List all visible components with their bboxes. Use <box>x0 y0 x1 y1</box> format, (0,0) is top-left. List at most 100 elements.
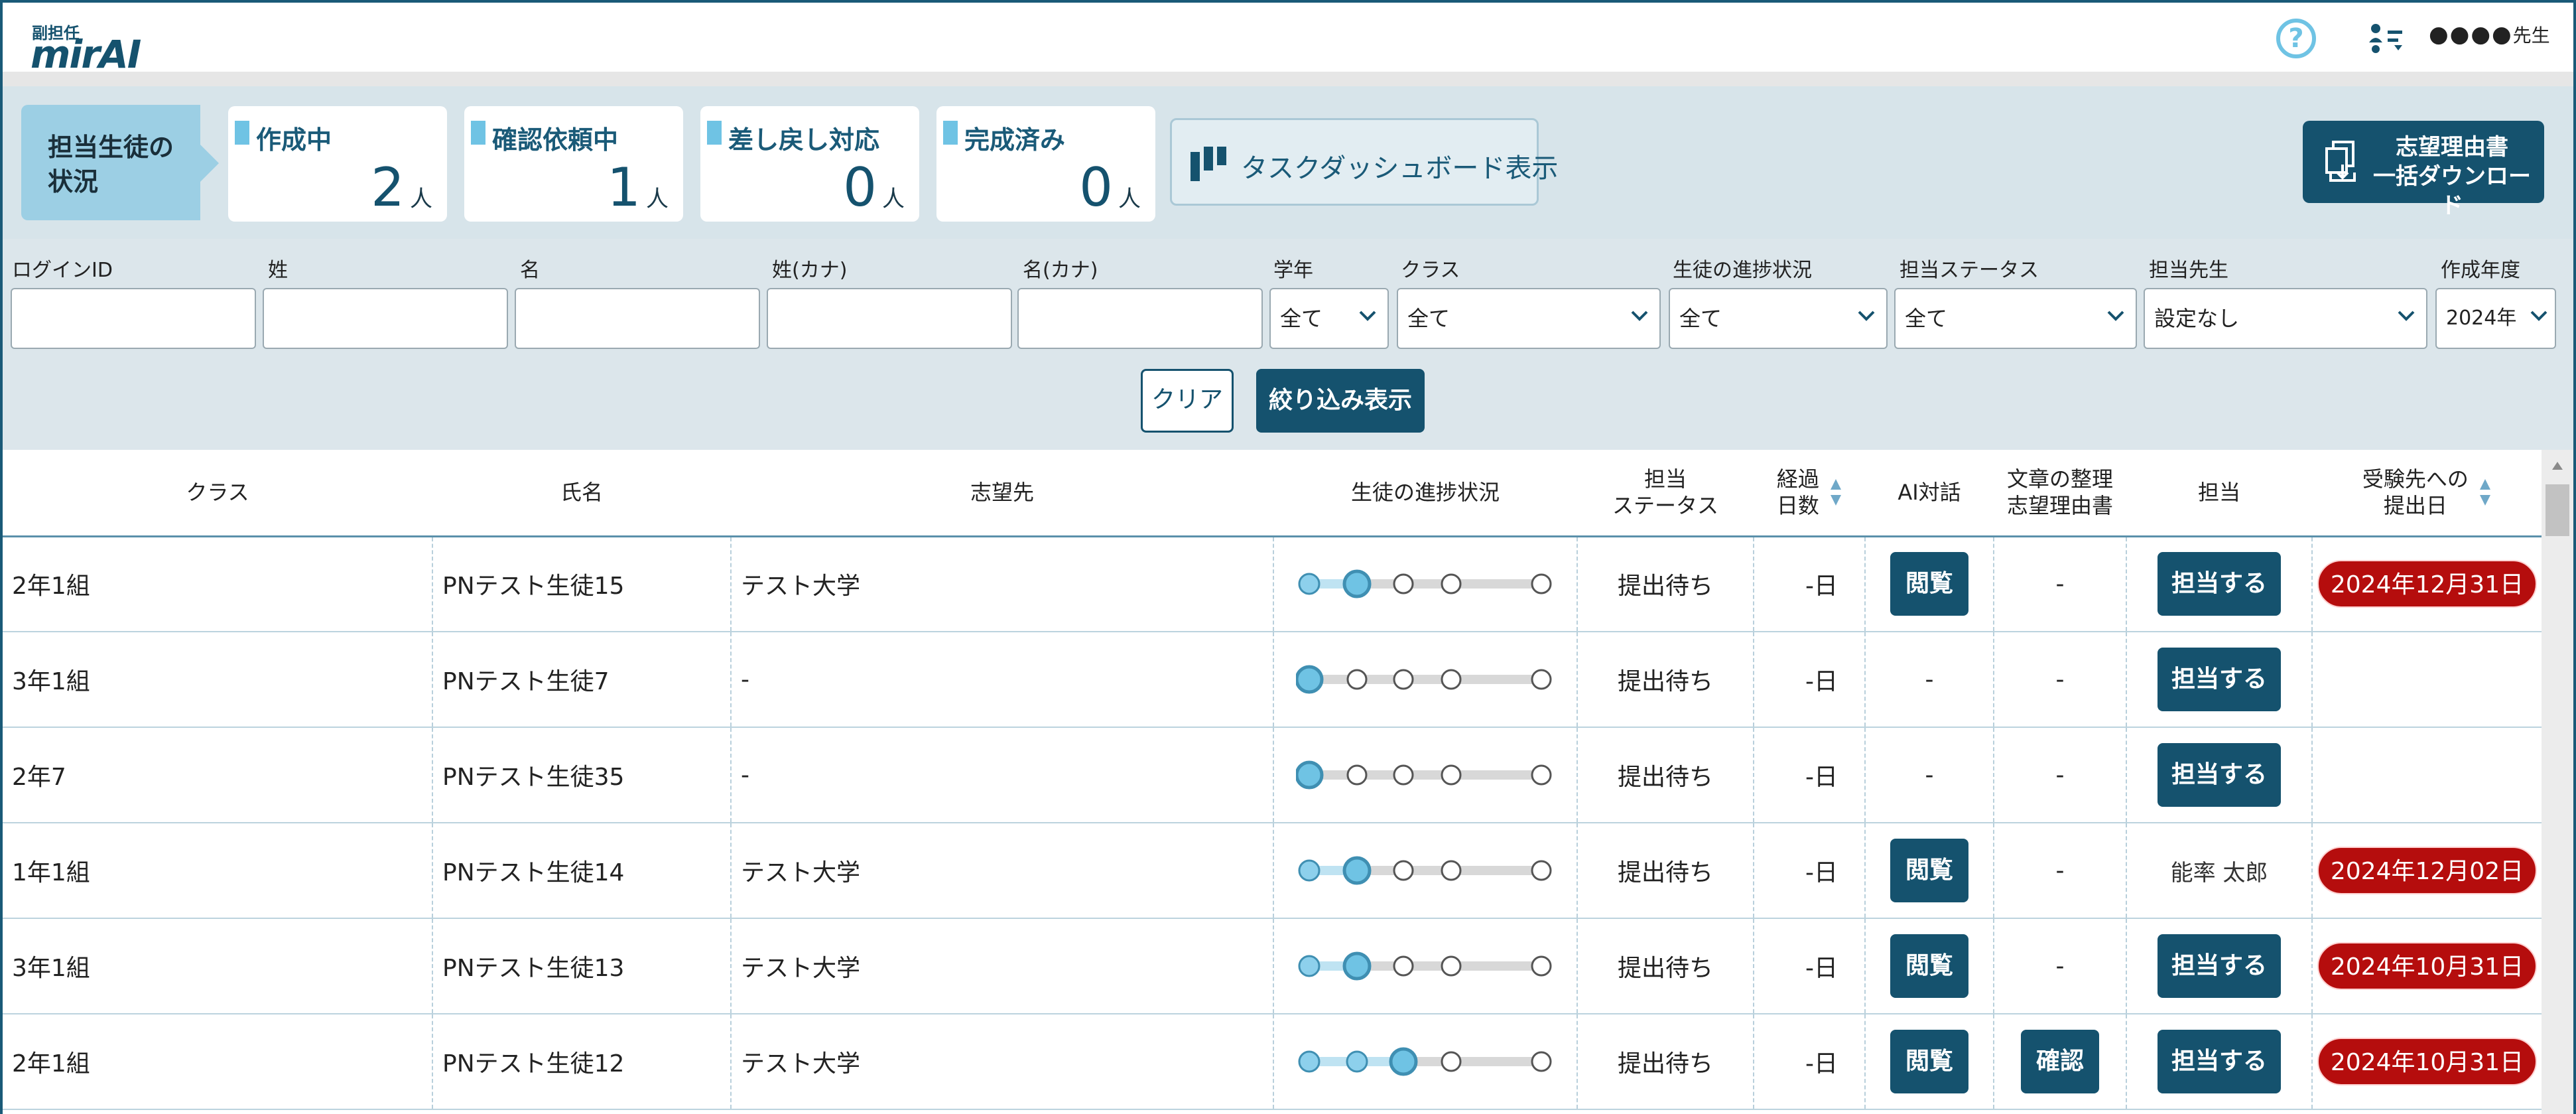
col-header-days-text: 経過 日数 <box>1777 466 1819 519</box>
cell-progress <box>1273 632 1578 728</box>
grade-select[interactable]: 全て <box>1269 288 1389 349</box>
cell-days: -日 <box>1754 536 1866 632</box>
confirm-doc-button[interactable]: 確認 <box>2021 1030 2099 1093</box>
year-select[interactable]: 2024年 <box>2435 288 2556 349</box>
progress-track <box>1309 770 1541 780</box>
view-ai-button[interactable]: 閲覧 <box>1890 934 1968 998</box>
cell-ai: 閲覧 <box>1865 536 1994 632</box>
chevron-down-icon <box>1858 311 1875 321</box>
progress-step-dot <box>1298 1050 1320 1073</box>
sort-icon[interactable] <box>1830 478 1842 507</box>
table-row[interactable]: 2年1組 PNテスト生徒12 テスト大学 提出待ち -日 閲覧 確認 担当する 2024年10月… <box>3 1014 2542 1110</box>
assign-button[interactable]: 担当する <box>2157 552 2281 616</box>
teacher-select[interactable]: 設定なし <box>2144 288 2427 349</box>
view-ai-button[interactable]: 閲覧 <box>1890 552 1968 616</box>
task-dashboard-button-label: タスクダッシュボード表示 <box>1241 153 1559 184</box>
assign-button[interactable]: 担当する <box>2157 934 2281 998</box>
table-row[interactable]: 2年7 PNテスト生徒35- 提出待ち -日 - - 担当する <box>3 727 2542 823</box>
cell-class: 3年1組 <box>3 632 433 728</box>
cell-name: PNテスト生徒12 <box>432 1014 732 1110</box>
progress-step-dot <box>1441 955 1462 977</box>
user-list-icon[interactable] <box>2368 23 2405 54</box>
logo-title: mirAI <box>31 32 141 77</box>
col-header-class: クラス <box>3 450 432 537</box>
year-select-value: 2024年 <box>2446 307 2517 330</box>
last-name-input[interactable] <box>263 288 508 349</box>
stat-card-count: 2 <box>371 157 405 218</box>
assign-status-label: 担当ステータス <box>1900 259 2039 282</box>
help-icon[interactable]: ? <box>2276 19 2316 58</box>
assign-status-select-value: 全て <box>1905 306 1948 331</box>
first-name-kana-input[interactable] <box>1017 288 1263 349</box>
app-logo[interactable]: 副担任 mirAI <box>27 20 141 77</box>
col-header-doc-line2: 志望理由書 <box>2006 493 2113 519</box>
assign-button[interactable]: 担当する <box>2157 1030 2281 1093</box>
table-row[interactable]: 2年1組 PNテスト生徒15 テスト大学 提出待ち -日 閲覧 - 担当する 2024年12月3… <box>3 536 2542 632</box>
stat-card-marker <box>235 121 249 145</box>
col-header-days[interactable]: 経過 日数 <box>1754 450 1865 537</box>
cell-days: -日 <box>1754 823 1866 919</box>
assign-status-select[interactable]: 全て <box>1894 288 2137 349</box>
chevron-down-icon <box>1359 311 1376 321</box>
progress-stepper <box>1298 951 1552 981</box>
scrollbar-thumb[interactable] <box>2545 484 2569 536</box>
stat-card-unit: 人 <box>646 186 669 212</box>
cell-submit-date: 2024年12月31日 <box>2312 536 2542 632</box>
cell-assignee: 担当する <box>2126 536 2313 632</box>
class-select[interactable]: 全て <box>1397 288 1661 349</box>
apply-filter-button[interactable]: 絞り込み表示 <box>1256 369 1425 433</box>
col-header-submit[interactable]: 受験先への 提出日 <box>2312 450 2542 537</box>
progress-stepper <box>1298 1047 1552 1076</box>
progress-step-dot <box>1296 665 1324 694</box>
filter-panel: ログインID 姓 名 姓(カナ) 名(カナ) 学年 全て クラス 全て 生徒の進… <box>3 239 2573 450</box>
table-scrollbar[interactable] <box>2542 450 2573 1114</box>
col-header-submit-text: 受験先への 提出日 <box>2362 466 2469 519</box>
stat-card-returned[interactable]: 差し戻し対応 0 人 <box>700 106 919 222</box>
cell-ai: 閲覧 <box>1865 823 1994 919</box>
user-name[interactable]: ●●●●先生 <box>2429 21 2550 48</box>
col-header-days-line2: 日数 <box>1776 493 1819 519</box>
clear-button[interactable]: クリア <box>1141 369 1234 433</box>
assign-button[interactable]: 担当する <box>2157 743 2281 807</box>
cell-days: -日 <box>1754 632 1866 728</box>
stat-card-marker <box>707 121 722 145</box>
bulk-download-button[interactable]: 志望理由書 一括ダウンロード <box>2303 121 2544 219</box>
cell-ai: 閲覧 <box>1865 918 1994 1014</box>
assign-button[interactable]: 担当する <box>2157 648 2281 711</box>
cell-days: -日 <box>1754 1014 1866 1110</box>
view-ai-button[interactable]: 閲覧 <box>1890 839 1968 902</box>
cell-progress <box>1273 823 1578 919</box>
progress-select[interactable]: 全て <box>1669 288 1888 349</box>
cell-destination: - <box>731 632 1274 728</box>
stat-card-count: 0 <box>1079 157 1113 218</box>
table-row[interactable]: 1年1組 PNテスト生徒14 テスト大学 提出待ち -日 閲覧 - 能率 太郎 2024年12月… <box>3 823 2542 919</box>
col-header-assignee: 担当 <box>2126 450 2312 537</box>
first-name-input[interactable] <box>515 288 760 349</box>
col-header-doc: 文章の整理 志望理由書 <box>1994 450 2126 537</box>
last-name-kana-input[interactable] <box>767 288 1012 349</box>
table-row[interactable]: 3年1組 PNテスト生徒13 テスト大学 提出待ち -日 閲覧 - 担当する 2024年10月3… <box>3 918 2542 1014</box>
cell-days: -日 <box>1754 727 1866 823</box>
stat-card-in-progress[interactable]: 作成中 2 人 <box>228 106 447 222</box>
progress-step-dot <box>1393 669 1414 690</box>
cell-name: PNテスト生徒14 <box>432 823 732 919</box>
last-name-label: 姓 <box>268 259 288 282</box>
task-dashboard-button[interactable]: タスクダッシュボード表示 <box>1170 118 1558 206</box>
col-header-status-line1: 担当 <box>1643 466 1687 492</box>
cell-progress <box>1273 727 1578 823</box>
progress-select-value: 全て <box>1679 306 1722 331</box>
progress-step-dot <box>1531 860 1552 881</box>
progress-step-dot <box>1531 764 1552 786</box>
bulk-download-label: 志望理由書 一括ダウンロード <box>2369 133 2535 220</box>
stat-card-review-requested[interactable]: 確認依頼中 1 人 <box>464 106 683 222</box>
scroll-up-arrow-icon[interactable] <box>2551 459 2564 472</box>
view-ai-button[interactable]: 閲覧 <box>1890 1030 1968 1093</box>
cell-assignee: 担当する <box>2126 1014 2313 1110</box>
progress-stepper <box>1298 569 1552 598</box>
cell-doc: 確認 <box>1994 1014 2127 1110</box>
table-row[interactable]: 3年1組 PNテスト生徒7- 提出待ち -日 - - 担当する <box>3 632 2542 728</box>
stat-card-completed[interactable]: 完成済み 0 人 <box>936 106 1155 222</box>
sort-icon[interactable] <box>2479 478 2491 507</box>
first-name-label: 名 <box>520 259 540 282</box>
login-id-input[interactable] <box>11 288 256 349</box>
